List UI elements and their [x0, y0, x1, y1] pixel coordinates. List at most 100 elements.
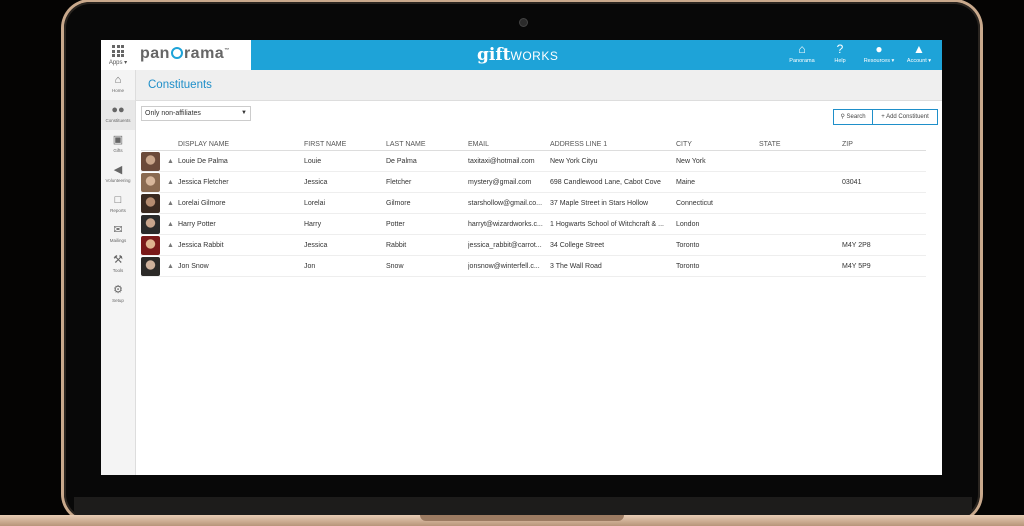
cell-state — [759, 192, 842, 214]
sidebar-item-label: Home — [111, 88, 124, 93]
cell-email: jessica_rabbit@carrot... — [468, 234, 550, 256]
cell-first: Lorelai — [304, 192, 386, 214]
chevron-down-icon: ▼ — [241, 110, 247, 116]
topnav-home[interactable]: ⌂ Panorama — [784, 43, 820, 65]
cell-last: Potter — [386, 213, 468, 235]
topnav-user[interactable]: ▲ Account ▾ — [901, 42, 937, 65]
topnav-chat[interactable]: ● Resources ▾ — [861, 42, 897, 65]
cell-city: New York — [676, 150, 759, 172]
search-button[interactable]: ⚲ Search — [833, 109, 873, 125]
cell-display[interactable]: Jessica Fletcher — [178, 171, 304, 193]
cell-city: Toronto — [676, 255, 759, 277]
cell-state — [759, 213, 842, 235]
sidebar-item-setup[interactable]: ⚙ Setup — [101, 280, 135, 310]
cell-display[interactable]: Louie De Palma — [178, 150, 304, 172]
cell-city: Connecticut — [676, 192, 759, 214]
sidebar-item-constituents[interactable]: ●● Constituents — [101, 100, 135, 130]
sidebar-item-volunteering[interactable]: ◀ Volunteering — [101, 160, 135, 190]
topnav-label: Resources ▾ — [863, 58, 895, 64]
table-row[interactable]: ▲ Louie De Palma Louie De Palma taxitaxi@hot… — [141, 150, 926, 172]
sidebar-item-tools[interactable]: ⚒ Tools — [101, 250, 135, 280]
apps-button[interactable]: Apps ▾ — [101, 40, 135, 70]
cell-zip — [842, 150, 926, 172]
cell-display[interactable]: Jessica Rabbit — [178, 234, 304, 256]
laptop-bezel — [74, 497, 972, 515]
cell-zip: 03041 — [842, 171, 926, 193]
webcam-icon — [519, 18, 528, 27]
person-icon: ▲ — [167, 178, 174, 186]
col-zip[interactable]: ZIP — [842, 138, 926, 151]
affiliate-filter-select[interactable]: Only non-affiliates ▼ — [141, 106, 251, 121]
col-last-name[interactable]: LAST NAME — [386, 138, 468, 151]
cell-display[interactable]: Jon Snow — [178, 255, 304, 277]
sidebar-item-label: Reports — [110, 208, 126, 213]
cell-first: Harry — [304, 213, 386, 235]
col-state[interactable]: STATE — [759, 138, 842, 151]
cell-display[interactable]: Harry Potter — [178, 213, 304, 235]
col-email[interactable]: EMAIL — [468, 138, 550, 151]
avatar — [141, 172, 160, 192]
cell-display[interactable]: Lorelai Gilmore — [178, 192, 304, 214]
topnav-label: Panorama — [789, 58, 815, 64]
cell-city: London — [676, 213, 759, 235]
gift-icon: ▣ — [112, 134, 124, 146]
sidebar-item-mailings[interactable]: ✉ Mailings — [101, 220, 135, 250]
add-constituent-button[interactable]: + Add Constituent — [872, 109, 938, 125]
sidebar-item-reports[interactable]: □ Reports — [101, 190, 135, 220]
cell-last: Rabbit — [386, 234, 468, 256]
cell-last: Snow — [386, 255, 468, 277]
logo-o-icon — [170, 47, 183, 59]
col-display-name[interactable]: DISPLAY NAME — [178, 138, 304, 151]
folder-icon: □ — [114, 194, 122, 206]
table-row[interactable]: ▲ Jessica Rabbit Jessica Rabbit jessica_rabb… — [141, 234, 926, 256]
logo-trademark: ™ — [224, 47, 230, 54]
cell-last: De Palma — [386, 150, 468, 172]
table-row[interactable]: ▲ Jessica Fletcher Jessica Fletcher mystery@… — [141, 171, 926, 193]
logo-text-left: pan — [140, 45, 170, 62]
wrench-icon: ⚒ — [113, 254, 123, 266]
cell-address: 3 The Wall Road — [550, 255, 676, 277]
avatar — [141, 193, 160, 213]
sidebar: ⌂ Home ●● Constituents ▣ Gifts ◀ Volunteering □ R… — [101, 70, 136, 475]
sidebar-item-gifts[interactable]: ▣ Gifts — [101, 130, 135, 160]
cell-email: jonsnow@winterfell.c... — [468, 255, 550, 277]
app-screen: Apps ▾ pan rama™ giftWORKS ⌂ Panorama? Help… — [101, 40, 942, 475]
cell-email: starshollow@gmail.co... — [468, 192, 550, 214]
cell-zip — [842, 213, 926, 235]
cell-city: Maine — [676, 171, 759, 193]
chat-icon: ● — [875, 42, 883, 56]
cell-first: Louie — [304, 150, 386, 172]
cell-state — [759, 255, 842, 277]
cell-zip — [842, 192, 926, 214]
cell-state — [759, 150, 842, 172]
sidebar-item-label: Gifts — [113, 148, 123, 153]
sidebar-item-label: Mailings — [109, 238, 127, 243]
home-icon: ⌂ — [114, 74, 122, 86]
cell-first: Jessica — [304, 171, 386, 193]
cell-address: 698 Candlewood Lane, Cabot Cove — [550, 171, 676, 193]
apps-grid-icon — [112, 45, 124, 57]
col-city[interactable]: CITY — [676, 138, 759, 151]
table-row[interactable]: ▲ Lorelai Gilmore Lorelai Gilmore starshollo… — [141, 192, 926, 214]
topnav-help[interactable]: ? Help — [822, 42, 858, 65]
cell-email: harryt@wizardworks.c... — [468, 213, 550, 235]
sidebar-item-home[interactable]: ⌂ Home — [101, 70, 135, 100]
cell-state — [759, 234, 842, 256]
topnav-label: Account ▾ — [906, 58, 932, 64]
help-icon: ? — [836, 42, 844, 56]
sidebar-item-label: Constituents — [105, 118, 131, 123]
panorama-logo[interactable]: pan rama™ — [135, 40, 251, 70]
user-icon: ▲ — [913, 42, 925, 56]
col-address[interactable]: ADDRESS LINE 1 — [550, 138, 676, 151]
add-constituent-label: Add Constituent — [886, 114, 929, 120]
cell-first: Jon — [304, 255, 386, 277]
table-row[interactable]: ▲ Jon Snow Jon Snow jonsnow@winterfell.c... 3… — [141, 255, 926, 277]
cell-address: New York Cityu — [550, 150, 676, 172]
col-first-name[interactable]: FIRST NAME — [304, 138, 386, 151]
people-icon: ●● — [111, 104, 125, 116]
cell-zip: M4Y 2P8 — [842, 234, 926, 256]
sidebar-item-label: Setup — [112, 298, 124, 303]
avatar — [141, 256, 160, 276]
table-row[interactable]: ▲ Harry Potter Harry Potter harryt@wizardwor… — [141, 213, 926, 235]
person-icon: ▲ — [167, 199, 174, 207]
